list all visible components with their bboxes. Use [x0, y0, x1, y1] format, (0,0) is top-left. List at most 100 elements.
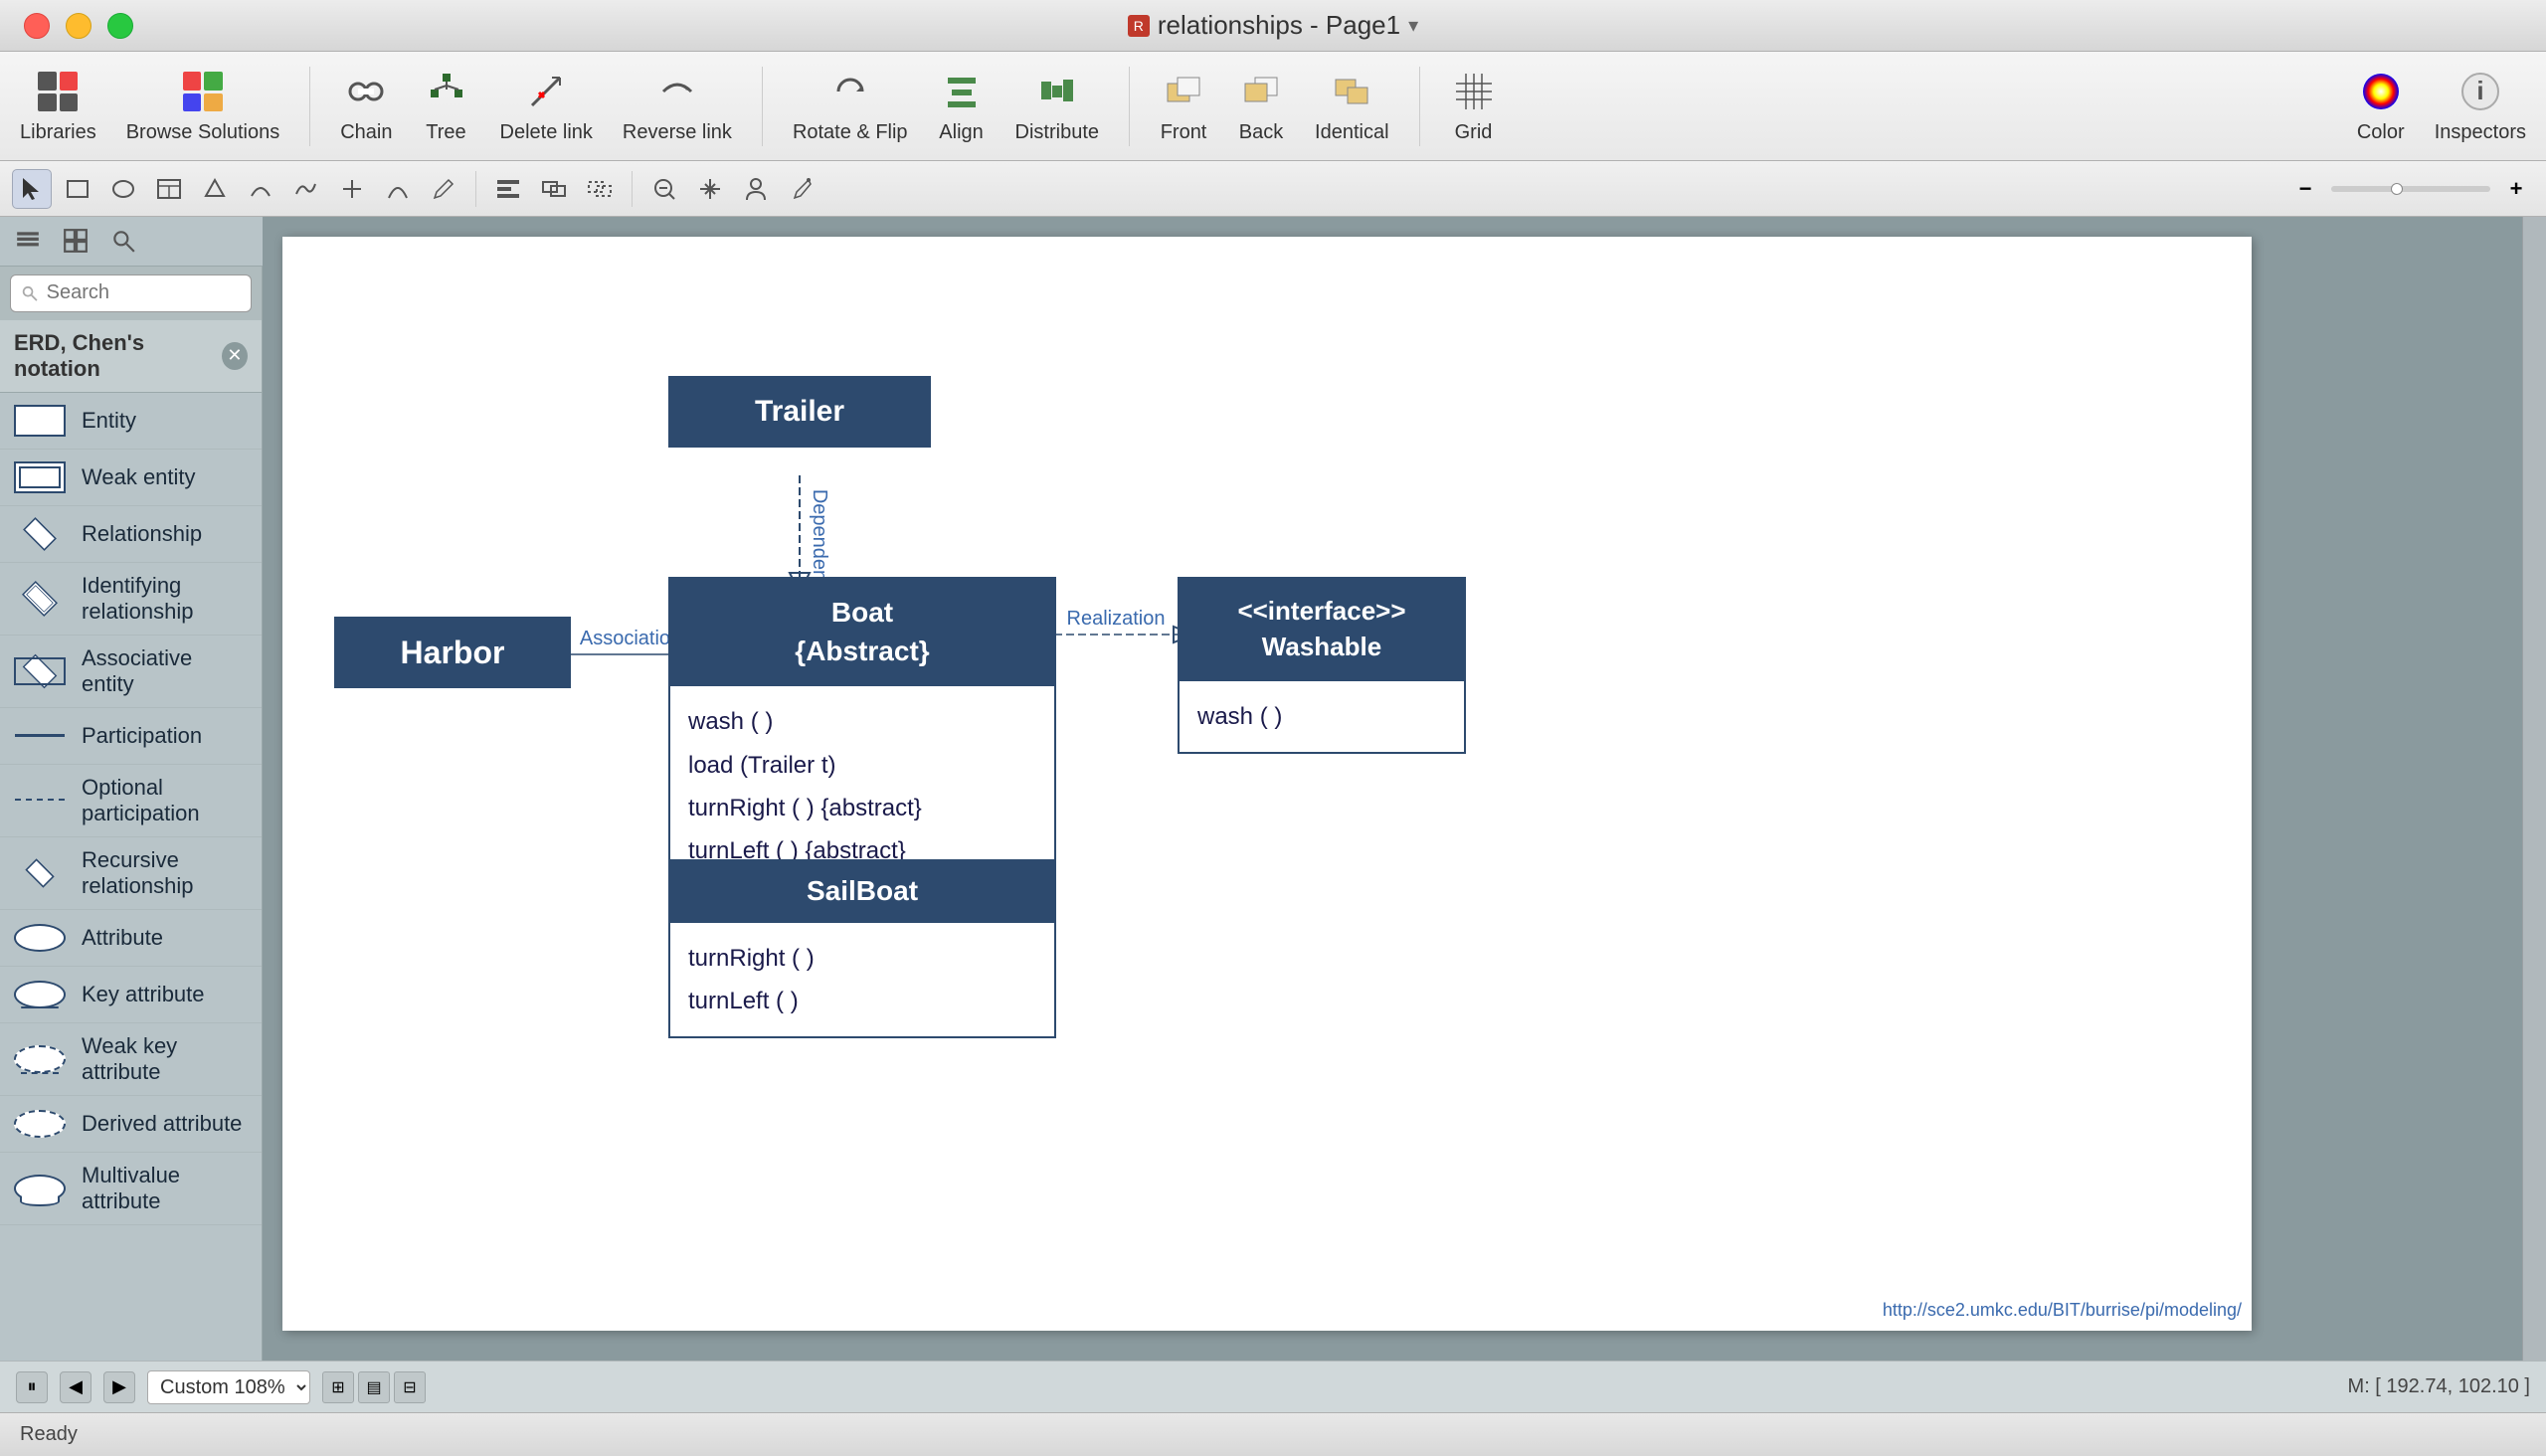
toolbar-rotate-flip[interactable]: Rotate & Flip [793, 68, 908, 144]
right-scrollbar[interactable] [2522, 217, 2546, 1361]
view-icons: ⊞ ▤ ⊟ [322, 1371, 426, 1403]
diagram-canvas[interactable]: Dependency Generalization Association * … [282, 237, 2252, 1331]
sidebar-close-button[interactable]: ✕ [222, 342, 248, 370]
main-toolbar: Libraries Browse Solutions Chain [0, 52, 2546, 161]
ungroup-tool[interactable] [580, 169, 620, 209]
zoom-slider[interactable] [2331, 186, 2490, 192]
boat-methods: wash ( ) load (Trailer t) turnRight ( ) … [670, 684, 1054, 886]
zoom-handle[interactable] [2391, 183, 2403, 195]
sidebar-item-derived-attribute[interactable]: Derived attribute [0, 1096, 262, 1153]
participation-shape-icon [14, 718, 66, 754]
toolbar-identical[interactable]: Identical [1315, 68, 1389, 144]
sidebar-header: ERD, Chen's notation ✕ [0, 320, 262, 393]
toolbar-browse-solutions[interactable]: Browse Solutions [126, 68, 280, 144]
toolbar-libraries[interactable]: Libraries [20, 68, 96, 144]
realization-label: Realization [1067, 608, 1166, 630]
pen-tool[interactable] [782, 169, 821, 209]
weak-key-attribute-shape-icon [14, 1041, 66, 1077]
zoom-out-tool[interactable] [644, 169, 684, 209]
zoom-select[interactable]: Custom 108% [147, 1370, 310, 1404]
toolbar-distribute[interactable]: Distribute [1015, 68, 1099, 144]
group-tool[interactable] [534, 169, 574, 209]
align-tool[interactable] [488, 169, 528, 209]
toolbar-inspectors[interactable]: i Inspectors [2435, 68, 2526, 144]
sidebar-grid-view[interactable] [56, 221, 95, 261]
boat-header: Boat {Abstract} [670, 579, 1054, 684]
toolbar-divider-3 [1129, 67, 1130, 146]
reverse-link-icon [653, 68, 701, 115]
pencil-tool[interactable] [424, 169, 463, 209]
toolbar-chain[interactable]: Chain [340, 68, 392, 144]
sidebar-item-participation[interactable]: Participation [0, 708, 262, 765]
sidebar-item-relationship[interactable]: Relationship [0, 506, 262, 563]
sidebar-list-view[interactable] [8, 221, 48, 261]
custom-shape-tool[interactable] [195, 169, 235, 209]
user-tool[interactable] [736, 169, 776, 209]
zoom-in-btn[interactable]: + [2498, 169, 2534, 209]
search-box[interactable] [10, 274, 252, 312]
tree-icon [423, 68, 470, 115]
sidebar-item-key-attribute[interactable]: Key attribute [0, 967, 262, 1023]
connect-tool[interactable] [332, 169, 372, 209]
toolbar-align[interactable]: Align [938, 68, 986, 144]
sailboat-box[interactable]: SailBoat turnRight ( ) turnLeft ( ) [668, 859, 1056, 1038]
view-icon-3[interactable]: ⊟ [394, 1371, 426, 1403]
main-content: ERD, Chen's notation ✕ Entity Weak entit… [0, 217, 2546, 1361]
app-icon: R [1128, 15, 1150, 37]
boat-box[interactable]: Boat {Abstract} wash ( ) load (Trailer t… [668, 577, 1056, 888]
next-page-btn[interactable]: ▶ [103, 1371, 135, 1403]
sidebar-item-entity[interactable]: Entity [0, 393, 262, 450]
toolbar-reverse-link[interactable]: Reverse link [623, 68, 732, 144]
view-icon-1[interactable]: ⊞ [322, 1371, 354, 1403]
pan-tool[interactable] [690, 169, 730, 209]
sidebar-item-multivalue-attribute[interactable]: Multivalue attribute [0, 1153, 262, 1225]
reference-link: http://sce2.umkc.edu/BIT/burrise/pi/mode… [1883, 1300, 2242, 1321]
titlebar: R relationships - Page1 ▾ [0, 0, 2546, 52]
maximize-button[interactable] [107, 13, 133, 39]
color-icon [2357, 68, 2405, 115]
attribute-shape-icon [14, 920, 66, 956]
view-icon-2[interactable]: ▤ [358, 1371, 390, 1403]
ellipse-tool[interactable] [103, 169, 143, 209]
rect-tool[interactable] [58, 169, 97, 209]
search-input[interactable] [47, 281, 241, 304]
canvas-area[interactable]: Dependency Generalization Association * … [263, 217, 2522, 1361]
coordinates: M: [ 192.74, 102.10 ] [2348, 1375, 2530, 1398]
sidebar-item-recursive-relationship[interactable]: Recursive relationship [0, 837, 262, 910]
sidebar-item-identifying-relationship[interactable]: Identifying relationship [0, 563, 262, 636]
browse-solutions-icon [179, 68, 227, 115]
toolbar-tree[interactable]: Tree [423, 68, 470, 144]
weak-entity-shape-icon [14, 459, 66, 495]
minimize-button[interactable] [66, 13, 91, 39]
toolbar-color[interactable]: Color [2357, 68, 2405, 144]
arc-tool[interactable] [378, 169, 418, 209]
close-button[interactable] [24, 13, 50, 39]
zoom-out-btn[interactable]: − [2287, 169, 2323, 209]
sidebar-item-attribute[interactable]: Attribute [0, 910, 262, 967]
grid-icon [1450, 68, 1498, 115]
toolbar-delete-link[interactable]: Delete link [500, 68, 593, 144]
sidebar-item-weak-entity[interactable]: Weak entity [0, 450, 262, 506]
toolbar-back[interactable]: Back [1237, 68, 1285, 144]
sidebar-search [0, 267, 262, 320]
relationship-shape-icon [14, 516, 66, 552]
toolbar-grid[interactable]: Grid [1450, 68, 1498, 144]
sidebar-item-associative-entity[interactable]: Associative entity [0, 636, 262, 708]
prev-page-btn[interactable]: ◀ [60, 1371, 91, 1403]
align-icon [938, 68, 986, 115]
curve-tool[interactable] [241, 169, 280, 209]
trailer-box[interactable]: Trailer [668, 376, 931, 448]
select-tool[interactable] [12, 169, 52, 209]
sidebar-search-btn[interactable] [103, 221, 143, 261]
sidebar-item-optional-participation[interactable]: Optional participation [0, 765, 262, 837]
sidebar: ERD, Chen's notation ✕ Entity Weak entit… [0, 267, 263, 1361]
pause-btn[interactable]: ⏸ [16, 1371, 48, 1403]
washable-box[interactable]: <<interface>> Washable wash ( ) [1178, 577, 1466, 754]
sidebar-item-weak-key-attribute[interactable]: Weak key attribute [0, 1023, 262, 1096]
table-tool[interactable] [149, 169, 189, 209]
freehand-tool[interactable] [286, 169, 326, 209]
harbor-box[interactable]: Harbor [334, 617, 571, 688]
entity-shape-icon [14, 403, 66, 439]
toolbar-front[interactable]: Front [1160, 68, 1207, 144]
associative-entity-shape-icon [14, 653, 66, 689]
